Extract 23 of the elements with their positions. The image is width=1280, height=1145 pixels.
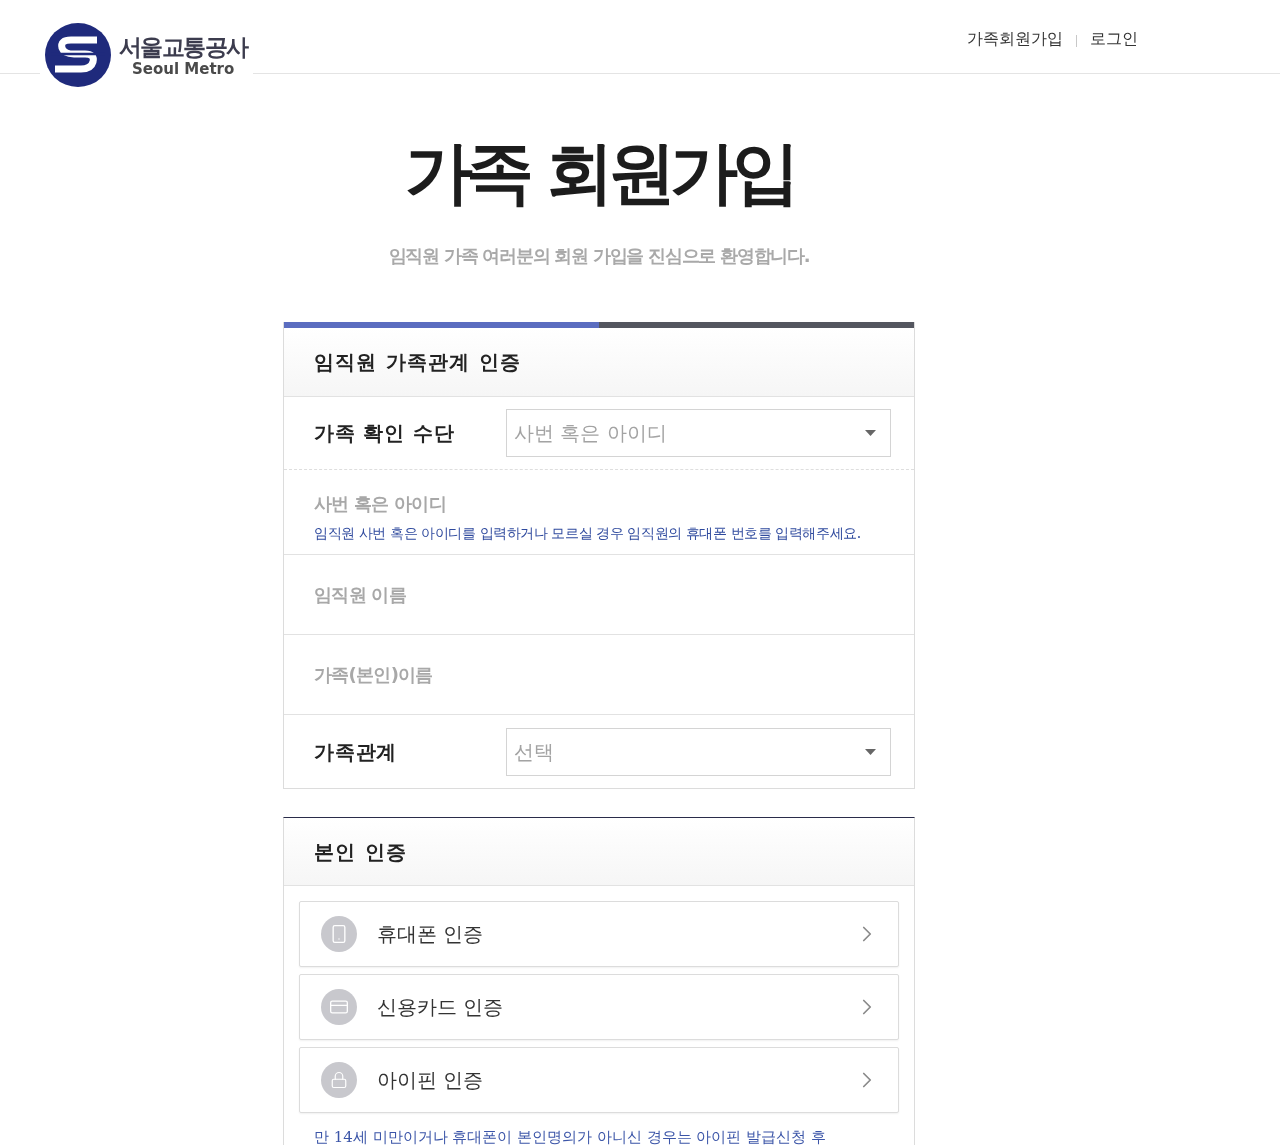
brand-name-english: Seoul Metro	[132, 60, 235, 78]
hint-text: 임직원 사번 혹은 아이디를 입력하거나 모르실 경우 임직원의 휴대폰 번호를 입력해주세요.	[314, 524, 861, 542]
text-input[interactable]: 가족(본인)이름	[314, 659, 884, 690]
section-title: 임직원 가족관계 인증	[314, 349, 522, 376]
section-title: 본인 인증	[314, 838, 407, 866]
caret-down-icon	[865, 430, 876, 436]
caret-down-icon	[865, 748, 876, 755]
credit-card-icon	[321, 989, 357, 1025]
smartphone-icon	[321, 916, 357, 952]
text-input[interactable]: 사번 혹은 아이디	[314, 488, 884, 518]
verification-option[interactable]: 신용카드 인증	[299, 974, 899, 1040]
note-text: 만 14세 미만이거나 휴대폰이 본인명의가 아니신 경우는 아이핀 발급신청 후	[313, 1129, 827, 1145]
lock-icon	[321, 1062, 357, 1098]
field-label: 가족 확인 수단	[314, 421, 455, 445]
verification-option[interactable]: 아이핀 인증	[299, 1047, 899, 1113]
brand-name: 서울교통공사	[119, 34, 248, 60]
page-subtitle: 임직원 가족 여러분의 회원 가입을 진심으로 환영합니다.	[388, 244, 810, 268]
page-title: 가족 회원가입	[404, 136, 794, 210]
verification-option[interactable]: 휴대폰 인증	[299, 901, 899, 967]
text-input[interactable]: 임직원 이름	[314, 579, 884, 610]
nav-link[interactable]: 로그인	[1090, 28, 1138, 50]
nav-link[interactable]: 가족회원가입	[967, 28, 1063, 50]
field-label: 가족관계	[314, 739, 398, 764]
